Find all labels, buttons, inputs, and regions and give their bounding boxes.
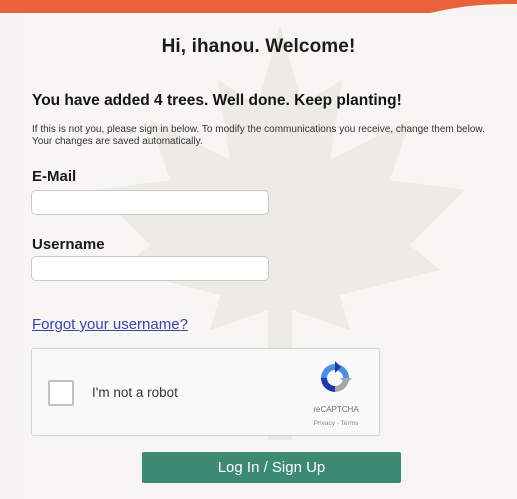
page-greeting: Hi, ihanou. Welcome!	[161, 36, 356, 57]
trees-added-message: You have added 4 trees. Well done. Keep …	[32, 92, 402, 109]
username-label: Username	[32, 236, 105, 253]
email-label: E-Mail	[32, 168, 77, 185]
email-input[interactable]	[31, 190, 269, 215]
login-signup-button[interactable]: Log In / Sign Up	[142, 452, 401, 483]
recaptcha-privacy-terms-links[interactable]: Privacy - Terms	[298, 420, 374, 427]
recaptcha-logo-icon	[321, 361, 352, 392]
recaptcha-checkbox[interactable]	[48, 380, 74, 406]
username-input[interactable]	[31, 256, 269, 281]
top-banner	[0, 0, 517, 14]
recaptcha-label: I'm not a robot	[92, 385, 178, 400]
recaptcha-widget: I'm not a robot reCAPTCHA Privacy - Term…	[31, 348, 380, 436]
sign-in-info-text: If this is not you, please sign in below…	[32, 124, 485, 147]
forgot-username-link[interactable]: Forgot your username?	[32, 316, 188, 333]
recaptcha-brand: reCAPTCHA	[313, 405, 359, 414]
